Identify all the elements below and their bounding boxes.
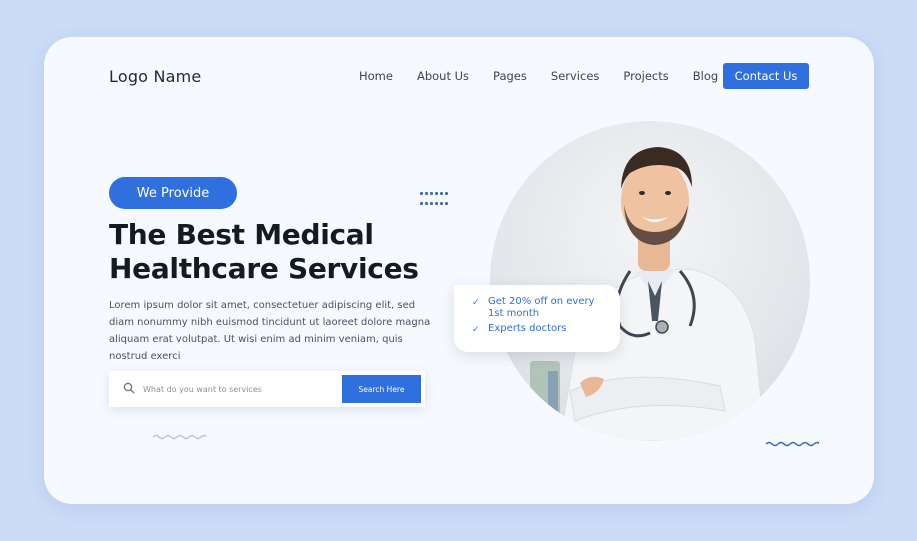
- contact-us-button[interactable]: Contact Us: [723, 63, 809, 89]
- landing-card: Logo Name Home About Us Pages Services P…: [44, 37, 874, 504]
- check-icon: ✓: [472, 298, 480, 308]
- benefit-item: ✓ Experts doctors: [472, 323, 620, 335]
- search-input[interactable]: [143, 384, 333, 394]
- nav-projects[interactable]: Projects: [623, 69, 668, 83]
- benefit-text: Get 20% off on every 1st month: [488, 296, 595, 319]
- decorative-dots: [420, 192, 448, 208]
- search-icon: [123, 382, 137, 396]
- search-bar: Search Here: [109, 371, 425, 407]
- hero-title-line-2: Healthcare Services: [109, 252, 419, 285]
- check-icon: ✓: [472, 325, 480, 335]
- nav-home[interactable]: Home: [359, 69, 393, 83]
- nav-blog[interactable]: Blog: [693, 69, 718, 83]
- benefit-text: Experts doctors: [488, 323, 567, 334]
- nav-about-us[interactable]: About Us: [417, 69, 469, 83]
- logo[interactable]: Logo Name: [109, 67, 201, 86]
- search-here-button[interactable]: Search Here: [342, 375, 421, 403]
- right-wave-decoration: [765, 441, 819, 447]
- nav-services[interactable]: Services: [551, 69, 600, 83]
- we-provide-badge[interactable]: We Provide: [109, 177, 237, 209]
- doctor-photo: [490, 121, 810, 441]
- hero-title: The Best Medical Healthcare Services: [109, 218, 419, 286]
- hero-title-line-1: The Best Medical: [109, 218, 374, 251]
- left-wave-decoration: [152, 434, 206, 440]
- benefit-item: ✓ Get 20% off on every 1st month: [472, 296, 620, 319]
- benefits-card: ✓ Get 20% off on every 1st month ✓ Exper…: [454, 285, 620, 352]
- hero-description: Lorem ipsum dolor sit amet, consectetuer…: [109, 300, 431, 362]
- doctor-illustration: [530, 147, 766, 441]
- nav-pages[interactable]: Pages: [493, 69, 527, 83]
- main-nav: Home About Us Pages Services Projects Bl…: [359, 69, 742, 83]
